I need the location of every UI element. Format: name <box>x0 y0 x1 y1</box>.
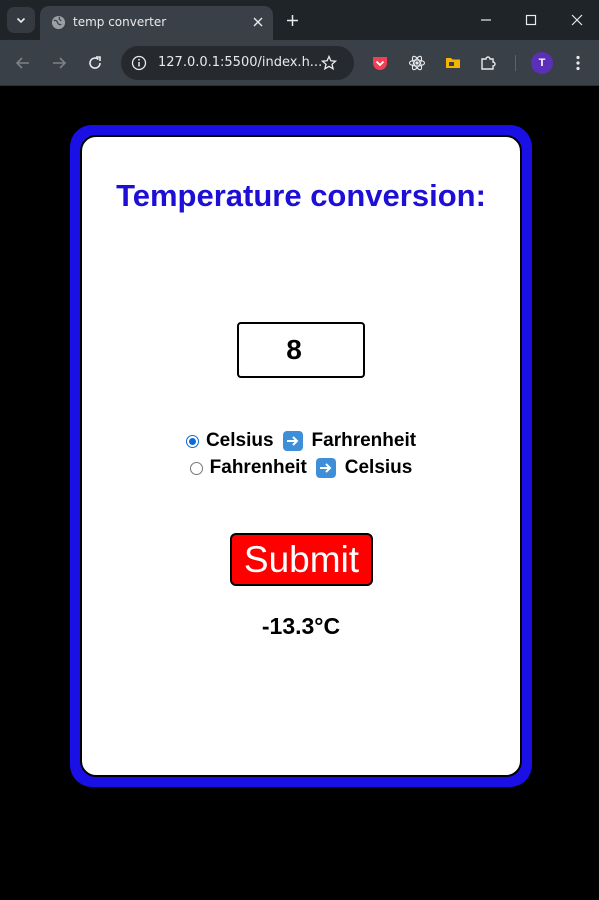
plus-icon <box>286 14 298 26</box>
tab-title: temp converter <box>73 15 167 29</box>
close-icon <box>571 14 583 26</box>
minimize-icon <box>481 19 491 21</box>
page-viewport: Temperature conversion: Celsius Farhrenh… <box>0 87 599 900</box>
arrow-right-icon <box>282 431 303 451</box>
toolbar-divider <box>515 55 516 71</box>
site-info-icon[interactable] <box>130 54 148 72</box>
pocket-icon <box>373 57 387 70</box>
bookmark-star-button[interactable] <box>319 53 339 73</box>
option-celsius-to-fahrenheit[interactable]: Celsius Farhrenheit <box>82 430 520 452</box>
maximize-button[interactable] <box>521 10 541 30</box>
pocket-extension-button[interactable] <box>369 52 391 74</box>
reload-icon <box>89 56 101 69</box>
option-from-label: Fahrenheit <box>209 457 307 478</box>
new-tab-button[interactable] <box>282 10 302 30</box>
arrow-left-icon <box>15 57 29 69</box>
folder-extension-button[interactable] <box>442 52 464 74</box>
chevron-down-icon <box>16 17 26 24</box>
converter-card-body: Temperature conversion: Celsius Farhrenh… <box>80 135 522 777</box>
react-devtools-extension-button[interactable] <box>406 52 428 74</box>
maximize-icon <box>525 14 537 26</box>
temperature-input[interactable] <box>237 322 365 378</box>
page-title: Temperature conversion: <box>116 178 486 213</box>
react-icon <box>408 55 426 71</box>
submit-button[interactable]: Submit <box>230 533 373 586</box>
radio-fahrenheit-to-celsius[interactable] <box>189 461 203 475</box>
back-button[interactable] <box>12 52 34 74</box>
address-bar[interactable]: 127.0.0.1:5500/index.h... <box>121 46 354 80</box>
radio-celsius-to-fahrenheit[interactable] <box>185 434 199 448</box>
folder-icon <box>446 58 460 68</box>
browser-toolbar: 127.0.0.1:5500/index.h... T <box>0 40 599 86</box>
converter-card: Temperature conversion: Celsius Farhrenh… <box>70 125 532 787</box>
close-tab-button[interactable] <box>249 13 267 31</box>
close-icon <box>253 17 263 27</box>
profile-avatar[interactable]: T <box>531 52 553 74</box>
arrow-right-icon <box>315 458 336 478</box>
more-vertical-icon <box>576 55 580 71</box>
puzzle-icon <box>481 56 496 70</box>
globe-icon <box>51 15 66 30</box>
arrow-right-icon <box>53 57 67 69</box>
url-text[interactable]: 127.0.0.1:5500/index.h... <box>158 55 322 70</box>
extensions-button[interactable] <box>477 52 499 74</box>
option-fahrenheit-to-celsius[interactable]: Fahrenheit Celsius <box>82 457 520 479</box>
option-to-label: Celsius <box>344 457 413 478</box>
browser-tab[interactable]: temp converter <box>40 6 273 40</box>
tab-strip: temp converter <box>0 0 599 40</box>
option-to-label: Farhrenheit <box>311 430 417 451</box>
option-from-label: Celsius <box>205 430 274 451</box>
minimize-button[interactable] <box>476 10 496 30</box>
browser-menu-button[interactable] <box>568 52 588 74</box>
star-icon <box>321 55 337 71</box>
reload-button[interactable] <box>84 52 106 74</box>
forward-button[interactable] <box>48 52 70 74</box>
close-window-button[interactable] <box>567 10 587 30</box>
tab-search-button[interactable] <box>7 7 35 33</box>
conversion-result: -13.3°C <box>261 613 341 639</box>
